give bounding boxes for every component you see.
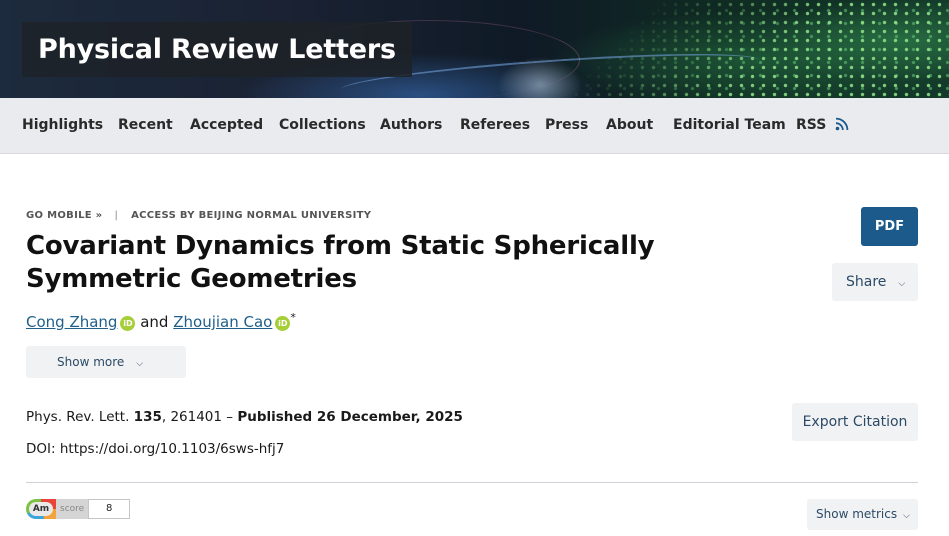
chevron-down-icon: ⌵: [898, 279, 906, 289]
doi-line[interactable]: DOI: https://doi.org/10.1103/6sws-hfj7: [26, 441, 284, 457]
article-meta-line: GO MOBILE » | ACCESS BY BEIJING NORMAL UNI…: [26, 210, 371, 221]
nav-item-rss-label: RSS: [796, 117, 827, 133]
share-button[interactable]: Share ⌵: [832, 263, 918, 301]
show-metrics-button[interactable]: Show metrics ⌵: [807, 499, 918, 530]
citation-volume: 135: [133, 409, 162, 425]
meta-separator: |: [114, 210, 119, 221]
access-notice: ACCESS BY BEIJING NORMAL UNIVERSITY: [131, 210, 372, 221]
citation-journal: Phys. Rev. Lett.: [26, 409, 130, 425]
author-joiner: and: [140, 313, 169, 331]
altmetric-badge[interactable]: Am score 8: [26, 499, 131, 519]
journal-title-link[interactable]: Physical Review Letters: [22, 22, 412, 77]
author-list: Cong Zhang iD and Zhoujian Cao iD *: [26, 311, 296, 331]
author-link[interactable]: Cong Zhang: [26, 313, 117, 331]
orcid-icon[interactable]: iD: [275, 316, 291, 331]
nav-item-collections[interactable]: Collections: [279, 117, 366, 133]
nav-item-referees[interactable]: Referees: [460, 117, 530, 133]
share-label: Share: [846, 274, 887, 290]
orcid-icon[interactable]: iD: [120, 316, 136, 331]
published-date: Published 26 December, 2025: [237, 409, 463, 425]
author-link[interactable]: Zhoujian Cao: [173, 313, 272, 331]
show-more-label: Show more: [57, 355, 125, 369]
nav-item-rss[interactable]: RSS: [796, 117, 849, 133]
main-nav: Highlights Recent Accepted Collections A…: [0, 98, 949, 154]
article-title: Covariant Dynamics from Static Spherical…: [26, 231, 655, 294]
section-divider: [26, 482, 918, 483]
go-mobile-link[interactable]: GO MOBILE »: [26, 210, 102, 221]
nav-item-recent[interactable]: Recent: [118, 117, 173, 133]
chevron-down-icon: ⌵: [903, 511, 910, 521]
pdf-button[interactable]: PDF: [861, 207, 918, 246]
nav-item-press[interactable]: Press: [545, 117, 588, 133]
nav-item-editorial-team[interactable]: Editorial Team: [673, 117, 786, 133]
altmetric-score-value: 8: [88, 499, 131, 519]
rss-icon: [835, 117, 849, 131]
nav-item-authors[interactable]: Authors: [380, 117, 442, 133]
nav-item-accepted[interactable]: Accepted: [190, 117, 263, 133]
nav-item-highlights[interactable]: Highlights: [22, 117, 103, 133]
banner-decoration: [560, 0, 949, 98]
citation-article-number: , 261401 –: [161, 409, 234, 425]
nav-item-about[interactable]: About: [606, 117, 653, 133]
corresponding-author-mark: *: [290, 311, 296, 324]
altmetric-score-label: score: [56, 499, 89, 519]
journal-banner: Physical Review Letters: [0, 0, 949, 98]
altmetric-label: Am: [29, 502, 53, 516]
export-citation-button[interactable]: Export Citation: [792, 403, 918, 441]
show-more-button[interactable]: Show more ⌵: [26, 346, 186, 378]
show-metrics-label: Show metrics: [816, 507, 898, 521]
citation-line: Phys. Rev. Lett. 135, 261401 – Published…: [26, 409, 463, 425]
chevron-down-icon: ⌵: [136, 359, 144, 369]
altmetric-donut-icon: Am: [26, 499, 56, 519]
